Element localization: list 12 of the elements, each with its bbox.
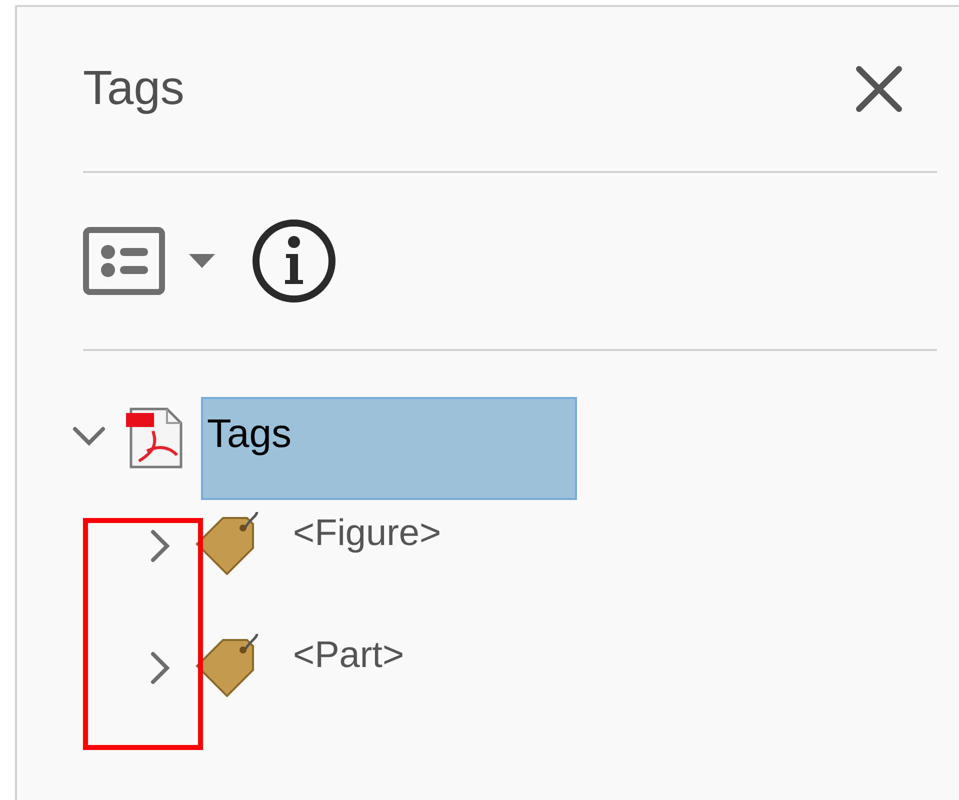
panel-title: Tags <box>83 61 184 117</box>
info-icon[interactable] <box>251 218 337 304</box>
pdf-document-icon <box>125 405 185 469</box>
caret-icon <box>189 254 215 268</box>
close-icon[interactable] <box>855 65 903 113</box>
tree-item[interactable]: <Part> <box>277 630 404 700</box>
tree-item[interactable]: <Figure> <box>277 508 442 578</box>
list-options-icon <box>83 227 165 295</box>
options-dropdown[interactable] <box>83 227 215 295</box>
tag-icon <box>195 632 261 698</box>
tag-icon <box>195 510 261 576</box>
tree-item[interactable]: Tags <box>201 397 577 500</box>
